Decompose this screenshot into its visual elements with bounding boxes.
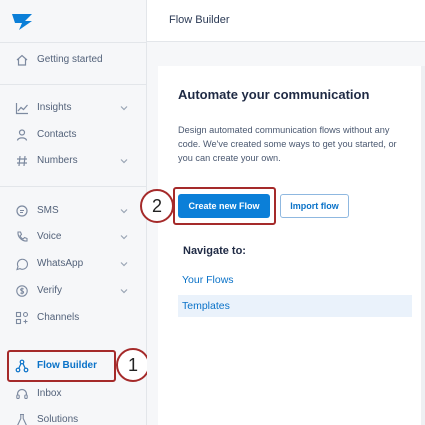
whatsapp-icon xyxy=(16,258,29,271)
sidebar-item-label: WhatsApp xyxy=(37,258,84,269)
flask-icon xyxy=(17,413,27,425)
sidebar-item-solutions[interactable]: Solutions xyxy=(0,409,147,425)
side-panel-edge xyxy=(421,66,425,425)
sidebar-item-label: Inbox xyxy=(37,388,62,399)
sidebar-item-label: Insights xyxy=(37,102,72,113)
navigate-heading: Navigate to: xyxy=(183,245,246,257)
link-row-templates[interactable]: Templates xyxy=(178,295,412,317)
sidebar-item-label: Channels xyxy=(37,312,80,323)
home-icon xyxy=(16,54,28,66)
annotation-highlight-flow-builder xyxy=(7,350,116,382)
sidebar-item-whatsapp[interactable]: WhatsApp xyxy=(0,253,147,275)
sidebar-item-label: Solutions xyxy=(37,414,79,425)
sidebar-item-insights[interactable]: Insights xyxy=(0,97,147,119)
channels-grid-icon xyxy=(15,311,29,325)
sidebar-divider xyxy=(0,42,147,43)
sidebar-item-channels[interactable]: Channels xyxy=(0,307,147,329)
panel-heading: Automate your communication xyxy=(178,87,370,102)
person-icon xyxy=(16,129,28,141)
your-flows-link[interactable]: Your Flows xyxy=(182,274,234,286)
hash-icon xyxy=(17,155,27,167)
sidebar-item-label: Contacts xyxy=(37,129,77,140)
annotation-step-1-badge: 1 xyxy=(116,348,150,382)
headset-icon xyxy=(16,388,28,400)
sidebar-item-label: Verify xyxy=(37,285,63,296)
sidebar-item-inbox[interactable]: Inbox xyxy=(0,383,147,405)
sidebar-divider xyxy=(0,84,147,85)
sidebar-item-contacts[interactable]: Contacts xyxy=(0,124,147,146)
sidebar-divider xyxy=(0,186,147,187)
sidebar-item-label: Getting started xyxy=(37,54,103,65)
annotation-highlight-create-button xyxy=(173,187,276,225)
import-flow-button[interactable]: Import flow xyxy=(280,194,349,218)
templates-link[interactable]: Templates xyxy=(182,300,230,312)
sidebar-item-sms[interactable]: SMS xyxy=(0,200,147,222)
sidebar-item-label: Voice xyxy=(37,231,62,242)
phone-icon xyxy=(17,231,28,242)
sidebar-item-label: SMS xyxy=(37,205,59,216)
link-row-your-flows[interactable]: Your Flows xyxy=(178,269,412,291)
sidebar-item-label: Numbers xyxy=(37,155,78,166)
page-title: Flow Builder xyxy=(169,14,230,26)
top-bar: Flow Builder xyxy=(147,0,425,42)
chevron-down-icon[interactable] xyxy=(119,259,129,269)
chevron-down-icon[interactable] xyxy=(119,156,129,166)
chat-bubble-icon xyxy=(16,205,28,217)
annotation-step-2-badge: 2 xyxy=(140,189,174,223)
panel-description: Design automated communication flows wit… xyxy=(178,125,397,163)
sidebar-item-verify[interactable]: Verify xyxy=(0,280,147,302)
chart-line-icon xyxy=(15,103,28,115)
chevron-down-icon[interactable] xyxy=(119,232,129,242)
dollar-circle-icon xyxy=(16,285,28,297)
chevron-down-icon[interactable] xyxy=(119,286,129,296)
chevron-down-icon[interactable] xyxy=(119,103,129,113)
brand-logo-icon[interactable] xyxy=(11,13,33,31)
sidebar-item-numbers[interactable]: Numbers xyxy=(0,150,147,172)
chevron-down-icon[interactable] xyxy=(119,206,129,216)
sidebar-item-voice[interactable]: Voice xyxy=(0,226,147,248)
sidebar-item-getting-started[interactable]: Getting started xyxy=(0,49,147,71)
